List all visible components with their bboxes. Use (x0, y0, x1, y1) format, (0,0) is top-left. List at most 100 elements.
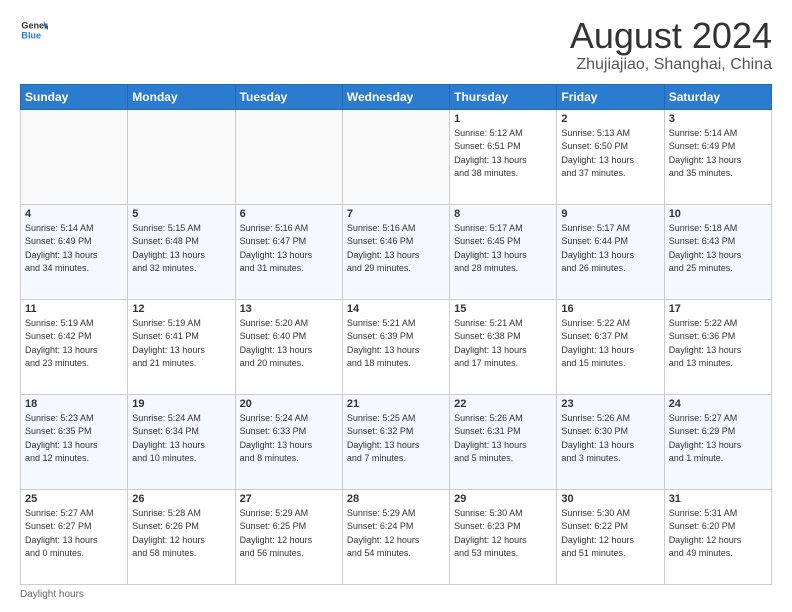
day-number: 3 (669, 113, 767, 125)
day-number: 11 (25, 303, 123, 315)
calendar-day-cell: 13Sunrise: 5:20 AM Sunset: 6:40 PM Dayli… (235, 299, 342, 394)
footer-note: Daylight hours (20, 589, 772, 600)
day-info: Sunrise: 5:21 AM Sunset: 6:39 PM Dayligh… (347, 317, 445, 371)
calendar-day-cell: 31 Sunrise: 5:31 AM Sunset: 6:20 PM Dayli… (664, 489, 771, 584)
calendar-day-cell (128, 109, 235, 204)
day-info: Sunrise: 5:30 AM Sunset: 6:23 PM Dayligh… (454, 507, 552, 561)
header: General Blue August 2024 Zhujiajiao, Sha… (20, 16, 772, 74)
day-info: Sunrise: 5:21 AM Sunset: 6:38 PM Dayligh… (454, 317, 552, 371)
calendar-day-cell: 29Sunrise: 5:30 AM Sunset: 6:23 PM Dayli… (450, 489, 557, 584)
day-number: 19 (132, 398, 230, 410)
calendar-header-row: SundayMondayTuesdayWednesdayThursdayFrid… (21, 84, 772, 109)
calendar-day-cell: 8 Sunrise: 5:17 AM Sunset: 6:45 PM Daylig… (450, 204, 557, 299)
day-number: 6 (240, 208, 338, 220)
day-number: 31 (669, 493, 767, 505)
day-number: 1 (454, 113, 552, 125)
day-number: 24 (669, 398, 767, 410)
day-number: 13 (240, 303, 338, 315)
day-number: 21 (347, 398, 445, 410)
day-info: Sunrise: 5:26 AM Sunset: 6:31 PM Dayligh… (454, 412, 552, 466)
day-info: Sunrise: 5:29 AM Sunset: 6:25 PM Dayligh… (240, 507, 338, 561)
day-number: 5 (132, 208, 230, 220)
calendar-day-cell: 9Sunrise: 5:17 AM Sunset: 6:44 PM Daylig… (557, 204, 664, 299)
logo: General Blue (20, 16, 48, 44)
calendar-day-cell: 11 Sunrise: 5:19 AM Sunset: 6:42 PM Dayli… (21, 299, 128, 394)
calendar-day-cell: 22 Sunrise: 5:26 AM Sunset: 6:31 PM Dayli… (450, 394, 557, 489)
day-info: Sunrise: 5:24 AM Sunset: 6:33 PM Dayligh… (240, 412, 338, 466)
calendar-day-cell: 25Sunrise: 5:27 AM Sunset: 6:27 PM Dayli… (21, 489, 128, 584)
day-info: Sunrise: 5:28 AM Sunset: 6:26 PM Dayligh… (132, 507, 230, 561)
day-number: 23 (561, 398, 659, 410)
daylight-hours-label: Daylight hours (20, 589, 84, 600)
day-info: Sunrise: 5:31 AM Sunset: 6:20 PM Dayligh… (669, 507, 767, 561)
calendar-dow-wednesday: Wednesday (342, 84, 449, 109)
calendar-day-cell: 14 Sunrise: 5:21 AM Sunset: 6:39 PM Dayli… (342, 299, 449, 394)
day-number: 30 (561, 493, 659, 505)
day-info: Sunrise: 5:22 AM Sunset: 6:37 PM Dayligh… (561, 317, 659, 371)
calendar-day-cell: 1 Sunrise: 5:12 AM Sunset: 6:51 PM Daylig… (450, 109, 557, 204)
day-number: 26 (132, 493, 230, 505)
day-number: 28 (347, 493, 445, 505)
day-number: 25 (25, 493, 123, 505)
day-info: Sunrise: 5:27 AM Sunset: 6:29 PM Dayligh… (669, 412, 767, 466)
svg-text:Blue: Blue (21, 30, 41, 40)
calendar-day-cell: 21 Sunrise: 5:25 AM Sunset: 6:32 PM Dayli… (342, 394, 449, 489)
day-info: Sunrise: 5:19 AM Sunset: 6:41 PM Dayligh… (132, 317, 230, 371)
calendar-dow-saturday: Saturday (664, 84, 771, 109)
calendar-day-cell: 6Sunrise: 5:16 AM Sunset: 6:47 PM Daylig… (235, 204, 342, 299)
calendar-day-cell: 10 Sunrise: 5:18 AM Sunset: 6:43 PM Dayli… (664, 204, 771, 299)
calendar-day-cell: 28 Sunrise: 5:29 AM Sunset: 6:24 PM Dayli… (342, 489, 449, 584)
calendar-dow-sunday: Sunday (21, 84, 128, 109)
day-info: Sunrise: 5:26 AM Sunset: 6:30 PM Dayligh… (561, 412, 659, 466)
calendar-day-cell: 7Sunrise: 5:16 AM Sunset: 6:46 PM Daylig… (342, 204, 449, 299)
day-number: 2 (561, 113, 659, 125)
day-info: Sunrise: 5:12 AM Sunset: 6:51 PM Dayligh… (454, 127, 552, 181)
day-number: 15 (454, 303, 552, 315)
day-number: 27 (240, 493, 338, 505)
calendar-dow-thursday: Thursday (450, 84, 557, 109)
day-number: 10 (669, 208, 767, 220)
day-info: Sunrise: 5:13 AM Sunset: 6:50 PM Dayligh… (561, 127, 659, 181)
day-number: 8 (454, 208, 552, 220)
day-number: 22 (454, 398, 552, 410)
day-info: Sunrise: 5:19 AM Sunset: 6:42 PM Dayligh… (25, 317, 123, 371)
day-info: Sunrise: 5:18 AM Sunset: 6:43 PM Dayligh… (669, 222, 767, 276)
day-number: 18 (25, 398, 123, 410)
day-info: Sunrise: 5:14 AM Sunset: 6:49 PM Dayligh… (669, 127, 767, 181)
day-info: Sunrise: 5:15 AM Sunset: 6:48 PM Dayligh… (132, 222, 230, 276)
day-number: 7 (347, 208, 445, 220)
page: General Blue August 2024 Zhujiajiao, Sha… (0, 0, 792, 612)
day-info: Sunrise: 5:22 AM Sunset: 6:36 PM Dayligh… (669, 317, 767, 371)
main-title: August 2024 (570, 16, 772, 56)
calendar-day-cell: 5 Sunrise: 5:15 AM Sunset: 6:48 PM Daylig… (128, 204, 235, 299)
calendar-table: SundayMondayTuesdayWednesdayThursdayFrid… (20, 84, 772, 585)
calendar-day-cell: 16 Sunrise: 5:22 AM Sunset: 6:37 PM Dayli… (557, 299, 664, 394)
calendar-dow-friday: Friday (557, 84, 664, 109)
calendar-day-cell: 15 Sunrise: 5:21 AM Sunset: 6:38 PM Dayli… (450, 299, 557, 394)
day-info: Sunrise: 5:17 AM Sunset: 6:45 PM Dayligh… (454, 222, 552, 276)
day-number: 20 (240, 398, 338, 410)
day-info: Sunrise: 5:17 AM Sunset: 6:44 PM Dayligh… (561, 222, 659, 276)
day-info: Sunrise: 5:29 AM Sunset: 6:24 PM Dayligh… (347, 507, 445, 561)
calendar-week-row: 18Sunrise: 5:23 AM Sunset: 6:35 PM Dayli… (21, 394, 772, 489)
calendar-day-cell: 18Sunrise: 5:23 AM Sunset: 6:35 PM Dayli… (21, 394, 128, 489)
day-info: Sunrise: 5:25 AM Sunset: 6:32 PM Dayligh… (347, 412, 445, 466)
calendar-day-cell (342, 109, 449, 204)
title-block: August 2024 Zhujiajiao, Shanghai, China (570, 16, 772, 74)
calendar-day-cell: 4Sunrise: 5:14 AM Sunset: 6:49 PM Daylig… (21, 204, 128, 299)
calendar-day-cell: 23 Sunrise: 5:26 AM Sunset: 6:30 PM Dayli… (557, 394, 664, 489)
day-number: 4 (25, 208, 123, 220)
logo-icon: General Blue (20, 16, 48, 44)
day-number: 12 (132, 303, 230, 315)
day-number: 17 (669, 303, 767, 315)
calendar-day-cell: 12 Sunrise: 5:19 AM Sunset: 6:41 PM Dayli… (128, 299, 235, 394)
day-info: Sunrise: 5:30 AM Sunset: 6:22 PM Dayligh… (561, 507, 659, 561)
day-number: 14 (347, 303, 445, 315)
calendar-day-cell: 2 Sunrise: 5:13 AM Sunset: 6:50 PM Daylig… (557, 109, 664, 204)
day-number: 16 (561, 303, 659, 315)
calendar-dow-tuesday: Tuesday (235, 84, 342, 109)
calendar-dow-monday: Monday (128, 84, 235, 109)
calendar-week-row: 1 Sunrise: 5:12 AM Sunset: 6:51 PM Daylig… (21, 109, 772, 204)
calendar-week-row: 4Sunrise: 5:14 AM Sunset: 6:49 PM Daylig… (21, 204, 772, 299)
calendar-day-cell: 17 Sunrise: 5:22 AM Sunset: 6:36 PM Dayli… (664, 299, 771, 394)
